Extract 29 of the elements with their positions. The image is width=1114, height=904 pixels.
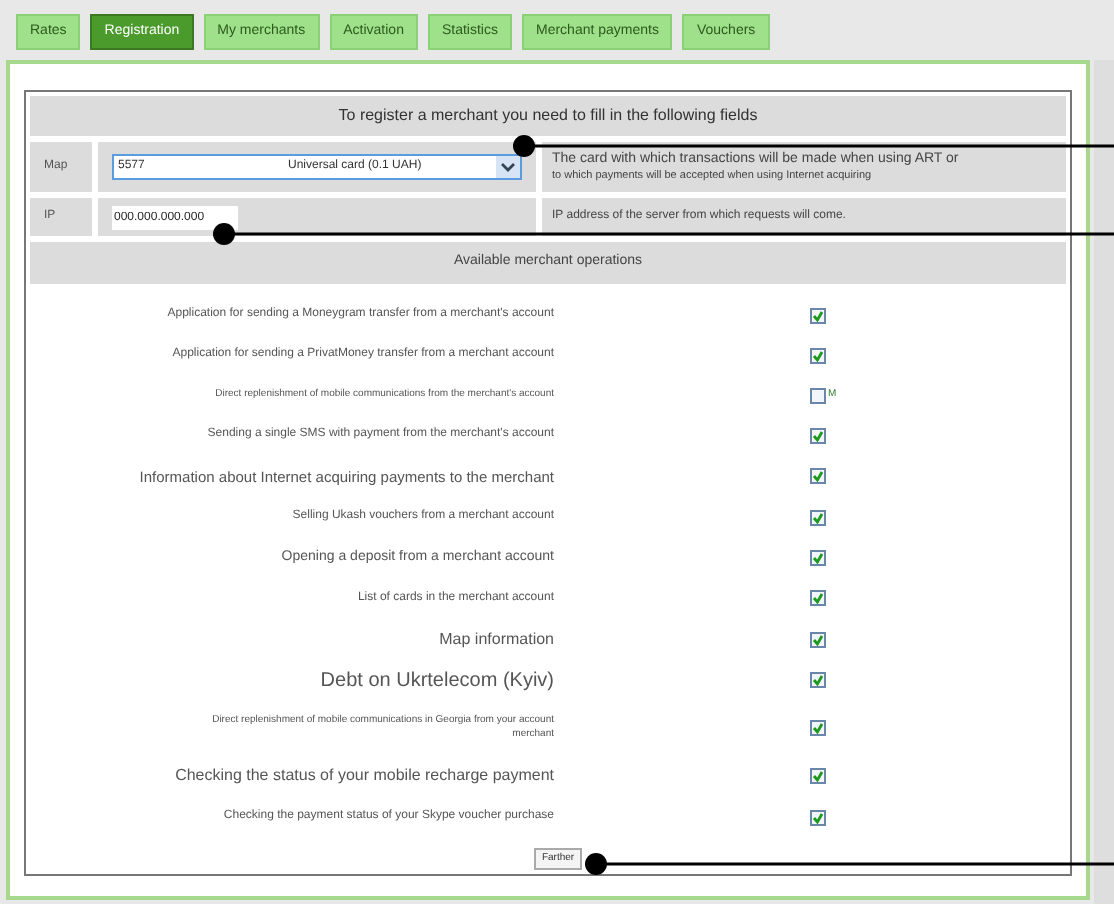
operation-label: Map information [439,627,554,652]
operation-checkbox[interactable] [810,768,826,785]
operation-checkbox[interactable] [810,427,826,444]
operation-checkbox[interactable] [810,509,826,526]
checkmark-icon [812,551,824,564]
checkmark-icon [812,811,824,824]
checkmark-icon [812,722,824,735]
checkmark-icon [812,429,824,442]
checkmark-icon [812,592,824,605]
checkmark-icon [812,349,824,362]
checkmark-icon [812,309,824,322]
checkmark-icon [812,633,824,646]
operation-checkbox[interactable] [810,720,826,737]
operation-checkbox[interactable] [810,590,826,607]
checkmark-icon [812,470,824,483]
operation-checkbox[interactable] [810,631,826,648]
checkmark-icon [812,511,824,524]
operation-label: Debt on Ukrtelecom (Kyiv) [320,667,554,696]
operation-label: Checking the status of your mobile recharge payment [175,764,554,789]
operation-checkbox[interactable] [810,468,826,485]
operation-checkbox[interactable] [810,307,826,324]
operation-checkbox[interactable] [810,549,826,566]
operation-checkbox[interactable] [810,387,826,404]
checkmark-icon [812,674,824,687]
operation-checkbox[interactable] [810,347,826,364]
operation-checkbox[interactable] [810,672,826,689]
form-title: To register a merchant you need to fill in the following fields [30,96,1066,136]
operation-checkbox[interactable] [810,809,826,826]
checkmark-icon [812,770,824,783]
